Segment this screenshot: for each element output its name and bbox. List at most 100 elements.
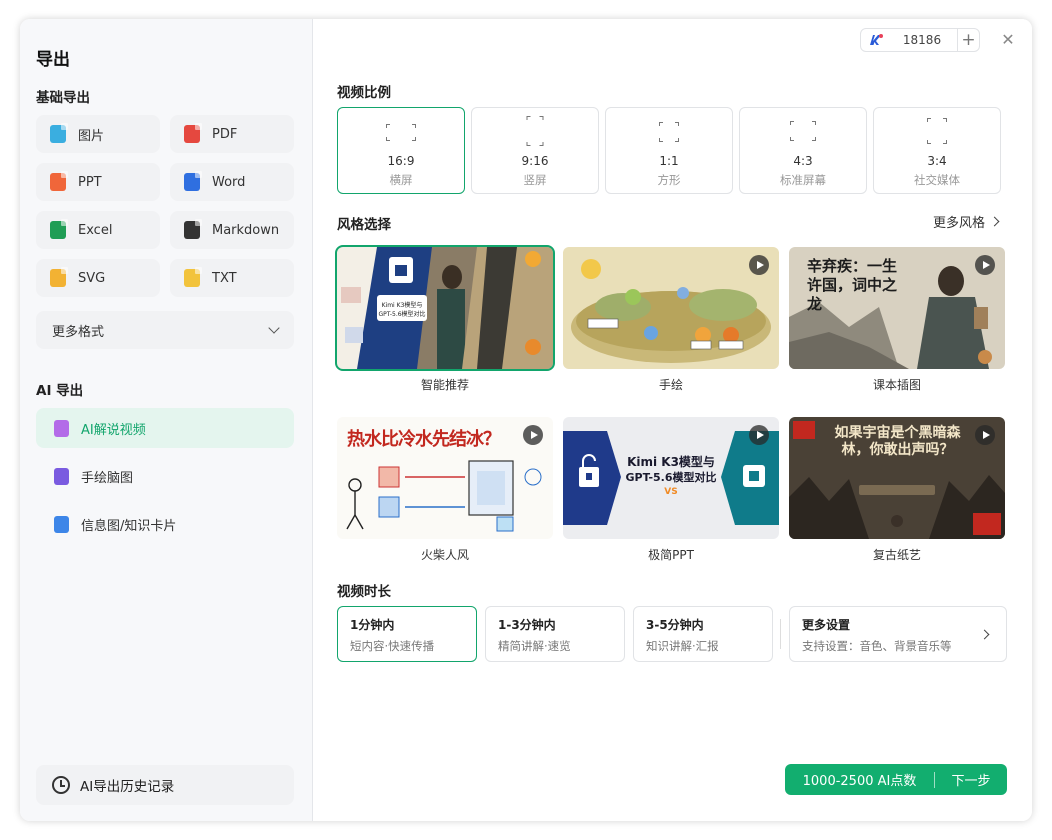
play-icon[interactable] xyxy=(975,255,995,275)
ai-item-video[interactable]: AI解说视频 xyxy=(36,408,294,448)
ppt-file-icon xyxy=(50,171,68,191)
ai-export-heading: AI 导出 xyxy=(36,383,84,399)
format-word-button[interactable]: Word xyxy=(170,163,294,201)
style-card-smart[interactable]: Kimi K3模型与 GPT-5.6模型对比 xyxy=(335,245,555,371)
txt-file-icon xyxy=(184,267,202,287)
ratio-portrait-icon xyxy=(524,114,546,148)
textbook-art-title: 辛弃疾：一生许国，词中之龙 xyxy=(807,257,898,313)
ratio-option-16-9[interactable]: 16:9 横屏 xyxy=(337,107,465,194)
duration-title: 1-3分钟内 xyxy=(498,618,556,632)
kimi-logo-icon xyxy=(865,29,887,51)
ratio-standard-icon xyxy=(788,119,818,143)
duration-option-1-3min[interactable]: 1-3分钟内 精简讲解·速览 xyxy=(485,606,625,662)
ratio-option-9-16[interactable]: 9:16 竖屏 xyxy=(471,107,599,194)
infographic-icon xyxy=(54,515,69,533)
format-image-button[interactable]: 图片 xyxy=(36,115,160,153)
export-sidebar: 导出 基础导出 图片 PDF PPT Word Excel Markdown S… xyxy=(20,19,313,821)
more-styles-label: 更多风格 xyxy=(933,216,986,231)
play-icon[interactable] xyxy=(749,425,769,445)
export-dialog: 导出 基础导出 图片 PDF PPT Word Excel Markdown S… xyxy=(20,19,1032,821)
ratio-option-3-4[interactable]: 3:4 社交媒体 xyxy=(873,107,1001,194)
ratio-square-icon xyxy=(657,120,681,144)
stickman-art-title: 热水比冷水先结冰？ xyxy=(347,429,501,450)
ratio-label: 1:1 xyxy=(659,154,679,168)
next-step-button[interactable]: 1000-2500 AI点数 下一步 xyxy=(785,764,1007,795)
format-markdown-button[interactable]: Markdown xyxy=(170,211,294,249)
ratio-landscape-icon xyxy=(384,122,418,143)
word-file-icon xyxy=(184,171,202,191)
duration-heading: 视频时长 xyxy=(337,584,391,600)
format-label: PPT xyxy=(78,174,102,190)
format-label: SVG xyxy=(78,270,106,286)
duration-title: 1分钟内 xyxy=(350,618,395,632)
handdrawn-style-thumbnail xyxy=(563,247,779,369)
history-clock-icon xyxy=(52,776,70,794)
ratio-sub: 社交媒体 xyxy=(914,173,960,187)
style-label: 手绘 xyxy=(658,378,683,392)
export-main-panel: 18186 + ✕ 视频比例 16:9 横屏 9:16 竖屏 1:1 方形 4:… xyxy=(313,19,1032,821)
duration-title: 3-5分钟内 xyxy=(646,618,704,632)
duration-option-1min[interactable]: 1分钟内 短内容·快速传播 xyxy=(337,606,477,662)
svg-file-icon xyxy=(50,267,68,287)
ratio-social-icon xyxy=(925,116,949,146)
style-card-textbook[interactable]: 辛弃疾：一生许国，词中之龙 xyxy=(789,247,1005,369)
format-excel-button[interactable]: Excel xyxy=(36,211,160,249)
ai-item-mindmap[interactable]: 手绘脑图 xyxy=(36,456,294,496)
style-label: 课本插图 xyxy=(872,378,921,392)
ratio-sub: 横屏 xyxy=(389,173,413,187)
next-step-label: 下一步 xyxy=(951,774,991,789)
style-heading: 风格选择 xyxy=(337,217,391,233)
ppt-art-vs: VS xyxy=(664,487,678,497)
duration-sub: 短内容·快速传播 xyxy=(350,639,435,653)
play-icon[interactable] xyxy=(975,425,995,445)
ratio-label: 3:4 xyxy=(927,154,947,168)
ratio-option-4-3[interactable]: 4:3 标准屏幕 xyxy=(739,107,867,194)
format-svg-button[interactable]: SVG xyxy=(36,259,160,297)
style-card-stickman[interactable]: 热水比冷水先结冰？ xyxy=(337,417,553,539)
ratio-sub: 方形 xyxy=(657,173,681,187)
duration-divider xyxy=(780,619,781,649)
ratio-option-1-1[interactable]: 1:1 方形 xyxy=(605,107,733,194)
duration-option-3-5min[interactable]: 3-5分钟内 知识讲解·汇报 xyxy=(633,606,773,662)
ai-item-infographic[interactable]: 信息图/知识卡片 xyxy=(36,504,294,544)
play-icon[interactable] xyxy=(749,255,769,275)
duration-sub: 精简讲解·速览 xyxy=(498,639,571,653)
chevron-down-icon xyxy=(268,322,280,334)
pdf-file-icon xyxy=(184,123,202,143)
ai-item-label: AI解说视频 xyxy=(81,422,146,438)
ratio-sub: 标准屏幕 xyxy=(780,173,826,187)
close-icon[interactable]: ✕ xyxy=(999,30,1017,49)
history-label: AI导出历史记录 xyxy=(80,779,175,795)
format-label: Markdown xyxy=(212,222,280,238)
format-ppt-button[interactable]: PPT xyxy=(36,163,160,201)
dialog-title: 导出 xyxy=(36,50,70,70)
format-label: Word xyxy=(212,174,246,190)
add-credits-button[interactable]: + xyxy=(957,29,979,51)
style-card-retro-paper[interactable]: 如果宇宙是个黑暗森林，你敢出声吗？ xyxy=(789,417,1005,539)
format-txt-button[interactable]: TXT xyxy=(170,259,294,297)
chevron-right-icon xyxy=(989,216,1000,227)
more-formats-dropdown[interactable]: 更多格式 xyxy=(36,311,294,349)
format-label: 图片 xyxy=(78,128,105,144)
style-label: 复古纸艺 xyxy=(872,548,921,562)
style-card-handdrawn[interactable] xyxy=(563,247,779,369)
play-icon[interactable] xyxy=(523,425,543,445)
duration-title: 更多设置 xyxy=(802,618,851,632)
image-file-icon xyxy=(50,123,68,143)
svg-text:Kimi K3模型与: Kimi K3模型与 xyxy=(382,301,423,309)
format-pdf-button[interactable]: PDF xyxy=(170,115,294,153)
credits-badge: 18186 + xyxy=(860,28,980,52)
ai-item-label: 信息图/知识卡片 xyxy=(81,518,177,534)
ppt-art-line2: GPT-5.6模型对比 xyxy=(625,471,717,484)
excel-file-icon xyxy=(50,219,68,239)
ai-video-icon xyxy=(54,419,69,437)
export-history-button[interactable]: AI导出历史记录 xyxy=(36,765,294,805)
duration-sub: 支持设置：音色、背景音乐等 xyxy=(802,639,952,653)
ratio-label: 9:16 xyxy=(521,154,549,168)
more-styles-link[interactable]: 更多风格 xyxy=(933,212,1000,231)
svg-text:GPT-5.6模型对比: GPT-5.6模型对比 xyxy=(378,310,425,318)
duration-more-settings[interactable]: 更多设置 支持设置：音色、背景音乐等 xyxy=(789,606,1007,662)
style-card-minimal-ppt[interactable]: Kimi K3模型与 GPT-5.6模型对比 VS xyxy=(563,417,779,539)
basic-export-heading: 基础导出 xyxy=(36,90,90,106)
ratio-label: 4:3 xyxy=(793,154,813,168)
